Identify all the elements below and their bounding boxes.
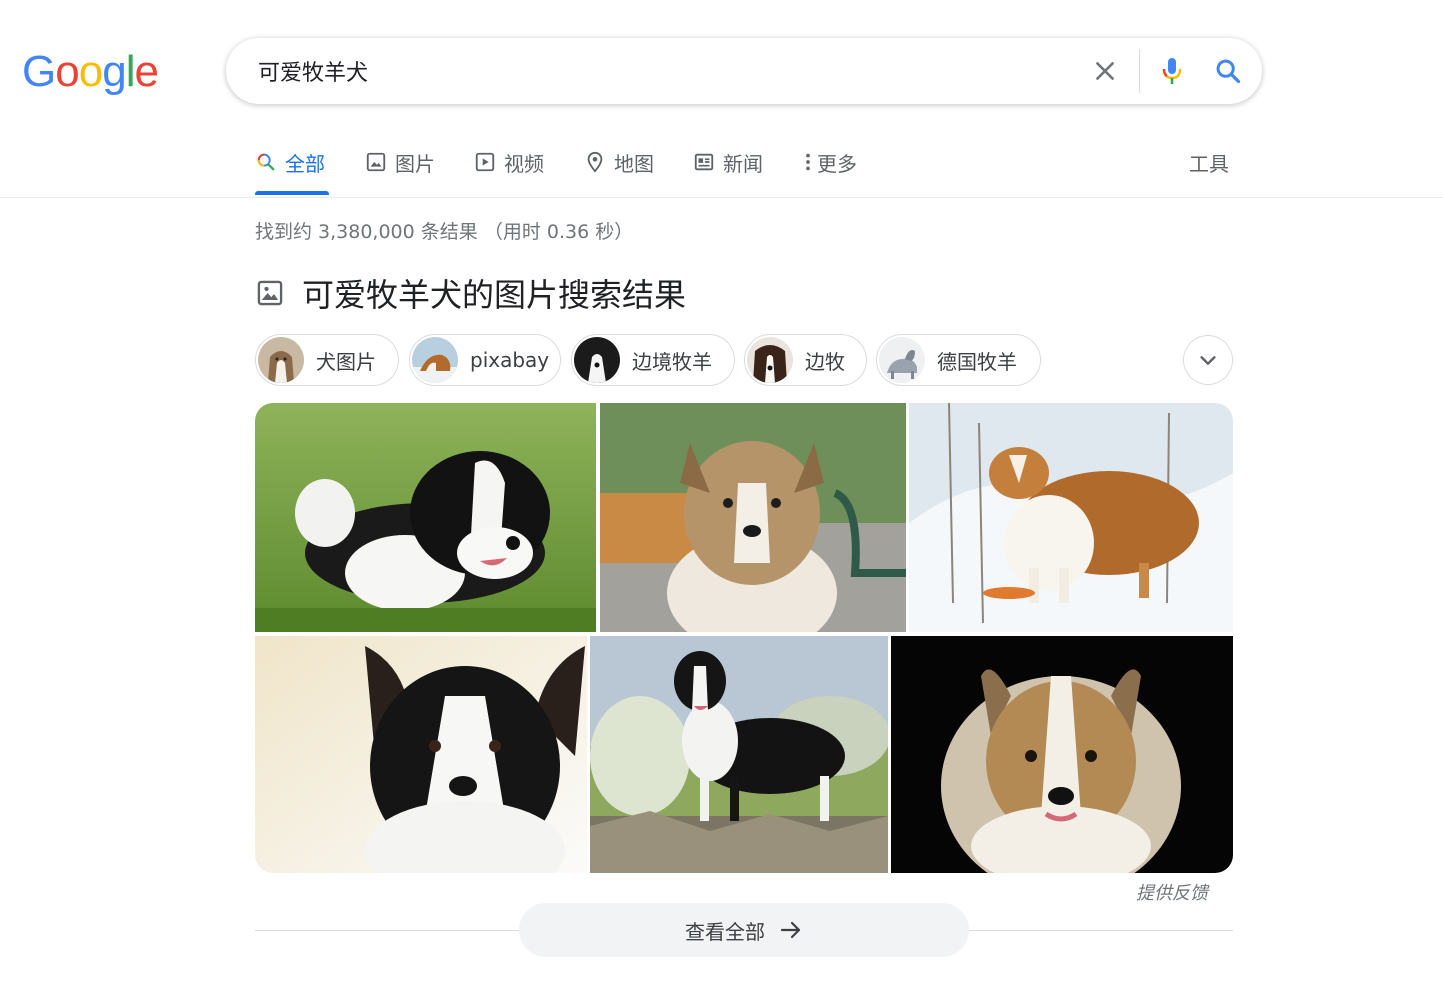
border-collie-on-rocks-image	[590, 636, 888, 873]
chip-pixabay[interactable]: pixabay	[409, 334, 561, 386]
chip-thumbnail	[574, 337, 620, 383]
image-icon	[257, 280, 283, 306]
tab-label: 地图	[614, 152, 654, 176]
chip-dog-pictures[interactable]: 犬图片	[255, 334, 399, 386]
video-icon	[475, 152, 495, 172]
images-section-header: 可爱牧羊犬的图片搜索结果	[256, 270, 686, 316]
image-results-grid	[255, 403, 1233, 873]
image-result[interactable]	[891, 636, 1233, 873]
view-all-label: 查看全部	[685, 919, 765, 944]
tab-label: 图片	[395, 152, 435, 176]
tab-label: 新闻	[723, 152, 763, 176]
logo-letter: o	[55, 47, 80, 96]
image-result[interactable]	[909, 403, 1233, 632]
tab-label: 全部	[285, 152, 325, 176]
search-button[interactable]	[1208, 51, 1248, 91]
tools-button[interactable]: 工具	[1189, 148, 1229, 195]
news-icon	[694, 153, 714, 171]
logo-letter: g	[102, 47, 127, 96]
tab-more[interactable]: 更多	[801, 148, 857, 195]
tab-label: 更多	[817, 152, 857, 176]
chip-thumbnail	[258, 337, 304, 383]
voice-search-button[interactable]	[1152, 51, 1192, 91]
border-collie-portrait-image	[255, 636, 587, 873]
refinement-chips: 犬图片 pixabay 边境牧羊 边牧 德国牧羊	[255, 334, 1235, 388]
chip-label: 边境牧羊	[632, 349, 712, 374]
tools-label: 工具	[1189, 152, 1229, 176]
arrow-right-icon	[780, 921, 801, 939]
chip-label: pixabay	[470, 348, 550, 372]
tab-videos[interactable]: 视频	[474, 148, 544, 195]
chip-label: 边牧	[805, 349, 845, 374]
tab-label: 视频	[504, 152, 544, 176]
logo-letter: e	[134, 47, 159, 96]
view-all-button[interactable]: 查看全部	[519, 903, 969, 957]
chip-label: 犬图片	[316, 349, 376, 374]
chip-thumbnail	[879, 337, 925, 383]
image-result[interactable]	[255, 636, 587, 873]
logo-letter: G	[22, 47, 56, 96]
tab-maps[interactable]: 地图	[584, 148, 654, 195]
logo-letter: o	[78, 47, 104, 96]
microphone-icon	[1162, 58, 1182, 84]
border-collie-puppy-image	[255, 403, 596, 632]
more-vert-icon	[806, 153, 810, 171]
chip-german-shepherd[interactable]: 德国牧羊	[876, 334, 1041, 386]
chevron-down-icon	[1200, 356, 1216, 365]
expand-chips-button[interactable]	[1183, 335, 1233, 385]
images-section-title: 可爱牧羊犬的图片搜索结果	[302, 276, 687, 314]
image-result[interactable]	[255, 403, 596, 632]
tab-all[interactable]: 全部	[255, 148, 329, 195]
search-box[interactable]: 可爱牧羊犬	[226, 38, 1262, 104]
search-divider	[1139, 49, 1140, 93]
image-result[interactable]	[600, 403, 906, 632]
image-result[interactable]	[590, 636, 888, 873]
sheltie-portrait-black-background-image	[891, 636, 1233, 873]
result-stats: 找到约 3,380,000 条结果 （用时 0.36 秒）	[255, 221, 634, 243]
tab-news[interactable]: 新闻	[693, 148, 763, 195]
sheltie-puppy-image	[600, 403, 906, 632]
chip-border-collie[interactable]: 边境牧羊	[571, 334, 735, 386]
image-icon	[366, 152, 386, 172]
rough-collie-in-snow-image	[909, 403, 1233, 632]
chip-border-collie-short[interactable]: 边牧	[744, 334, 867, 386]
search-tabs: 全部 图片 视频 地图 新闻 更多 工具	[255, 148, 1233, 198]
map-pin-icon	[587, 151, 603, 173]
chip-thumbnail	[412, 337, 458, 383]
chip-thumbnail	[747, 337, 793, 383]
chip-label: 德国牧羊	[937, 349, 1017, 374]
tabs-divider	[0, 197, 1443, 198]
search-icon	[257, 153, 275, 171]
search-icon	[1216, 59, 1241, 84]
feedback-link[interactable]: 提供反馈	[1136, 879, 1208, 905]
clear-search-button[interactable]	[1085, 51, 1125, 91]
search-input[interactable]: 可爱牧羊犬	[258, 55, 1085, 87]
google-logo[interactable]: Google	[22, 50, 162, 100]
tab-images[interactable]: 图片	[365, 148, 435, 195]
close-icon	[1096, 62, 1114, 80]
